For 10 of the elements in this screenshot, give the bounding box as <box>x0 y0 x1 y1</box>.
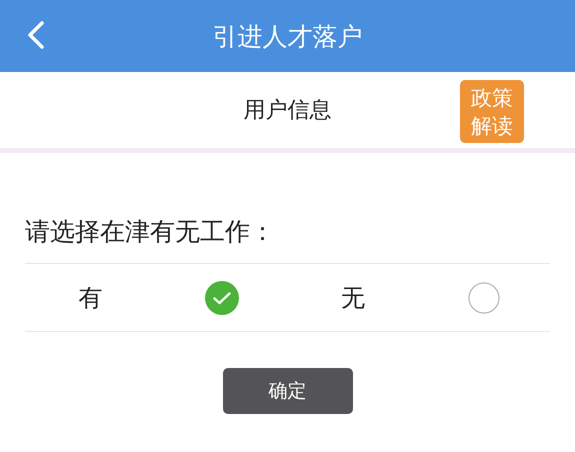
page-title: 引进人才落户 <box>212 20 362 52</box>
back-icon <box>26 20 46 50</box>
radio-button[interactable] <box>466 280 502 316</box>
confirm-button[interactable]: 确定 <box>222 368 352 414</box>
option-label: 有 <box>78 282 103 314</box>
question-text: 请选择在津有无工作： <box>25 216 276 248</box>
back-button[interactable] <box>26 20 46 50</box>
section-title: 用户信息 <box>244 97 332 125</box>
option-label: 无 <box>341 282 366 314</box>
checked-radio-icon[interactable] <box>204 280 240 316</box>
